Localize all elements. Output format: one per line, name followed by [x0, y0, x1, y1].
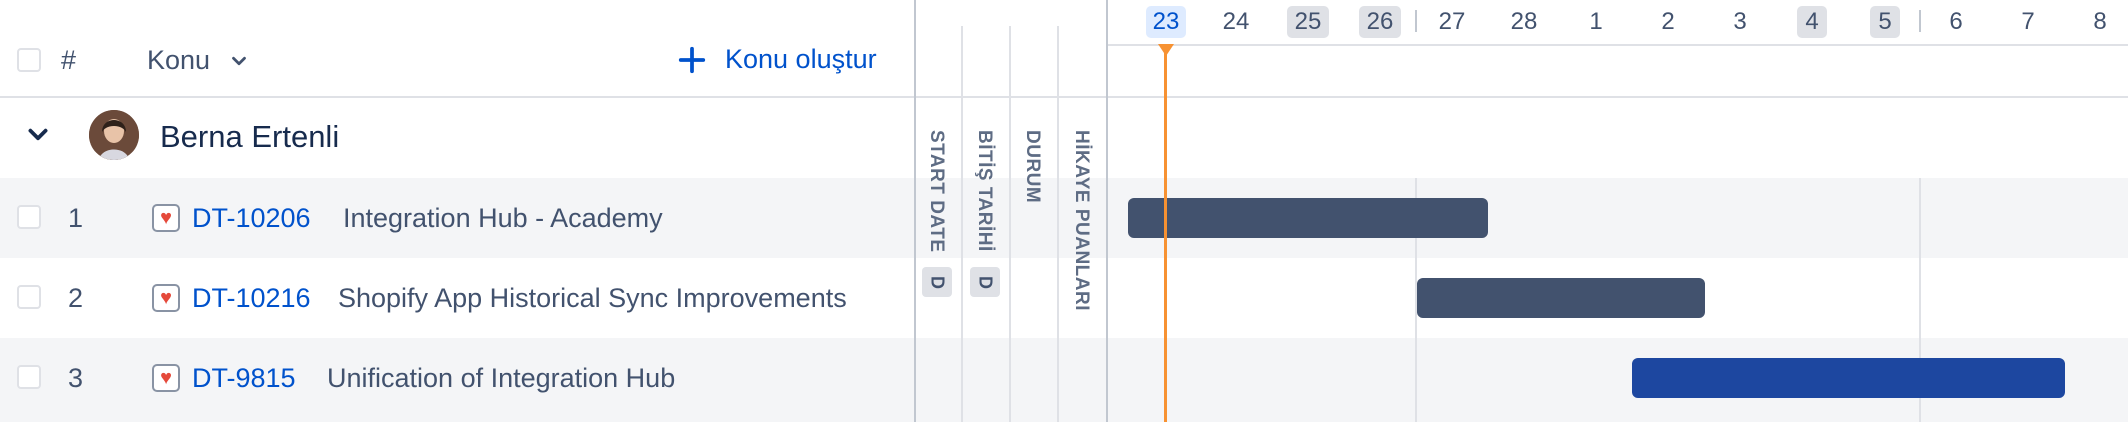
timeline-bar[interactable]	[1417, 278, 1705, 318]
issue-key-link[interactable]: DT-10206	[192, 203, 311, 234]
date-5: 5	[1870, 6, 1900, 38]
issue-key-link[interactable]: DT-10216	[192, 283, 311, 314]
hash-column-header: #	[61, 45, 77, 75]
row-number: 3	[68, 363, 84, 393]
row-checkbox[interactable]	[17, 285, 41, 309]
konu-label: Konu	[147, 45, 211, 75]
select-all-checkbox[interactable]	[17, 48, 41, 72]
story-heart-icon: ♥	[152, 364, 180, 392]
story-heart-icon: ♥	[152, 204, 180, 232]
story-points-column-header[interactable]: HİKAYE PUANLARI	[1070, 130, 1092, 311]
timeline-bar[interactable]	[1128, 198, 1488, 238]
story-heart-icon: ♥	[152, 284, 180, 312]
date-1: 1	[1589, 8, 1603, 35]
week-separator	[1415, 10, 1417, 32]
avatar	[89, 110, 139, 160]
issue-summary[interactable]: Unification of Integration Hub	[327, 363, 675, 394]
column-divider	[961, 26, 963, 422]
today-marker-icon	[1158, 44, 1174, 56]
date-4: 4	[1797, 6, 1827, 38]
status-column-header[interactable]: DURUM	[1021, 130, 1043, 203]
end-date-column-header[interactable]: BİTİŞ TARİHİ	[973, 130, 995, 252]
plus-icon	[678, 46, 706, 73]
group-name: Berna Ertenli	[160, 119, 340, 154]
date-3: 3	[1733, 8, 1747, 35]
row-checkbox[interactable]	[17, 365, 41, 389]
row-number: 2	[68, 283, 84, 313]
start-date-sort-badge[interactable]: D	[922, 267, 952, 297]
row-checkbox[interactable]	[17, 205, 41, 229]
date-24: 24	[1222, 8, 1250, 35]
chevron-down-icon	[232, 56, 246, 65]
issue-summary[interactable]: Shopify App Historical Sync Improvements	[338, 283, 847, 314]
date-8: 8	[2093, 8, 2107, 35]
date-7: 7	[2021, 8, 2035, 35]
column-divider	[914, 0, 916, 422]
issue-key-link[interactable]: DT-9815	[192, 363, 296, 394]
date-27: 27	[1438, 8, 1466, 35]
date-25: 25	[1287, 6, 1329, 38]
date-26: 26	[1359, 6, 1401, 38]
column-divider	[1057, 26, 1059, 422]
today-line	[1164, 46, 1167, 422]
timeline-bar[interactable]	[1632, 358, 2065, 398]
date-6: 6	[1949, 8, 1963, 35]
timeline-header-divider	[1108, 44, 2128, 46]
table-row[interactable]	[0, 258, 2128, 338]
start-date-column-header[interactable]: START DATE	[925, 130, 947, 253]
week-separator	[1919, 10, 1921, 32]
date-28: 28	[1510, 8, 1538, 35]
date-23: 23	[1146, 6, 1186, 38]
date-2: 2	[1661, 8, 1675, 35]
column-divider	[1009, 26, 1011, 422]
table-row[interactable]	[0, 178, 2128, 258]
end-date-sort-badge[interactable]: D	[970, 267, 1000, 297]
row-number: 1	[68, 203, 84, 233]
issue-summary[interactable]: Integration Hub - Academy	[343, 203, 663, 234]
konu-column-header[interactable]: Konu	[147, 45, 250, 76]
create-issue-button[interactable]: Konu oluştur	[677, 44, 877, 75]
collapse-group-chevron-icon[interactable]	[25, 122, 51, 148]
header-divider	[0, 96, 2128, 98]
column-divider	[1106, 0, 1108, 422]
create-issue-label: Konu oluştur	[725, 44, 877, 74]
